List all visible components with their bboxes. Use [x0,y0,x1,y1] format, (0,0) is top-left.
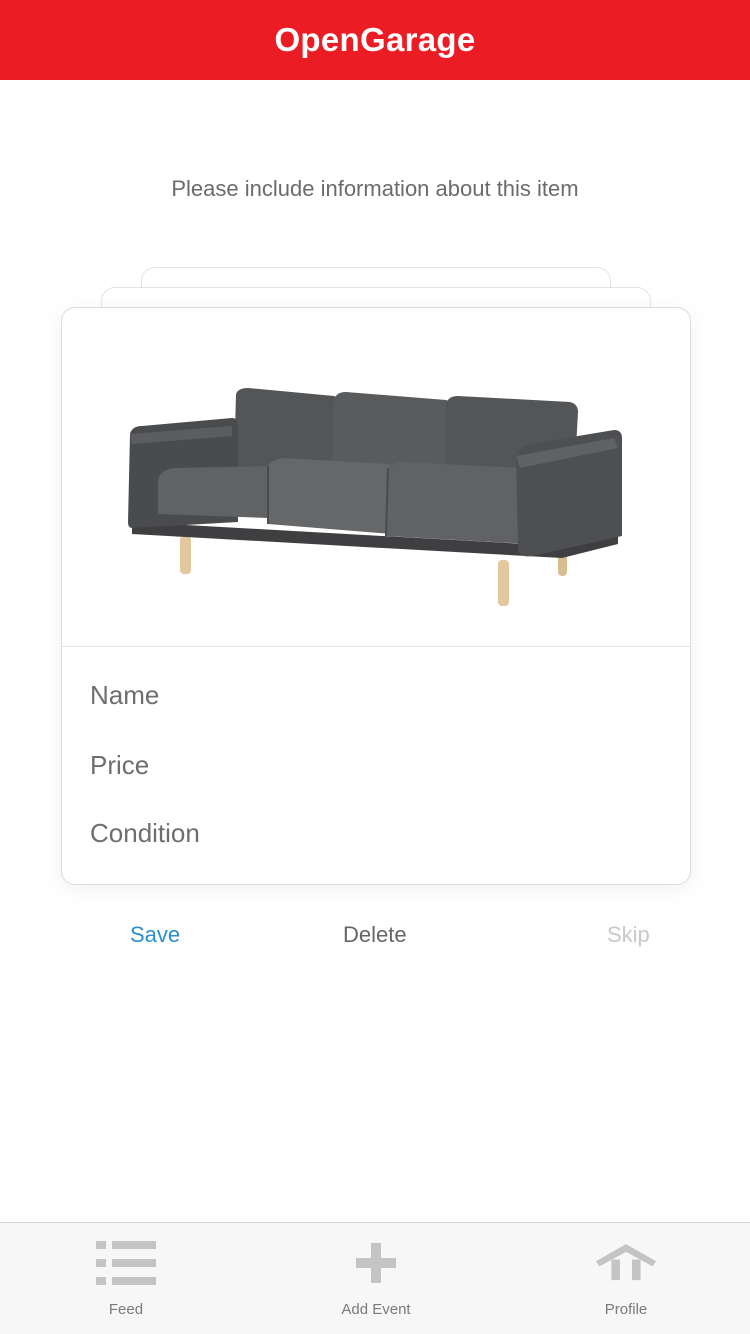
tab-profile-label: Profile [604,1301,648,1318]
app-screen: OpenGarage Please include information ab… [0,0,750,1334]
tab-bar: Feed Add Event Profile [0,1222,750,1334]
item-card[interactable] [61,307,691,885]
app-title: OpenGarage [274,21,476,58]
instruction-text: Please include information about this it… [171,176,579,201]
tab-feed[interactable]: Feed [56,1223,196,1334]
navigation-bar: OpenGarage [0,0,750,80]
condition-field[interactable] [90,818,650,849]
list-icon [96,1241,156,1285]
tab-profile[interactable]: Profile [556,1223,696,1334]
tab-feed-label: Feed [108,1301,144,1318]
tab-add-event-label: Add Event [341,1301,411,1318]
plus-icon [356,1243,396,1283]
sofa-image [128,388,622,606]
save-button[interactable]: Save [130,922,180,948]
item-photo [62,308,690,647]
skip-button[interactable]: Skip [607,922,650,948]
price-field[interactable] [90,750,650,781]
delete-button[interactable]: Delete [343,922,407,948]
tab-add-event[interactable]: Add Event [306,1223,446,1334]
name-field[interactable] [90,680,650,711]
house-icon [596,1244,656,1281]
